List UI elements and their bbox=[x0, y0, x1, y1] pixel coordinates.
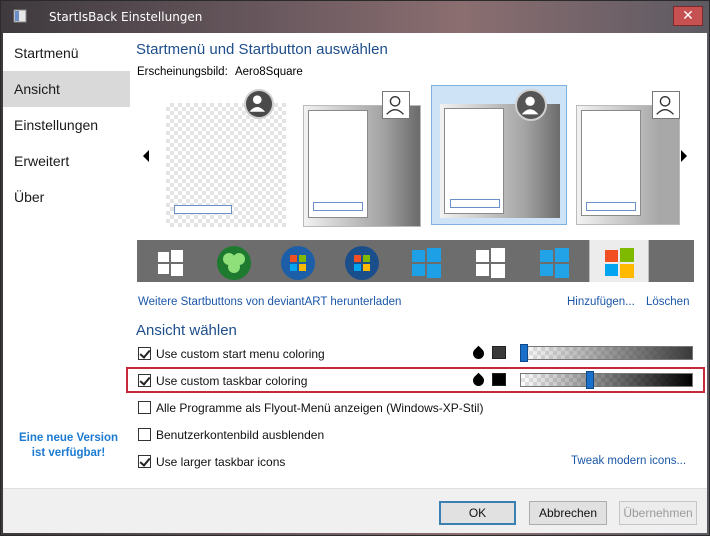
flyout-menu-label: Alle Programme als Flyout-Menü anzeigen … bbox=[156, 401, 484, 415]
client-area: Startmenü Ansicht Einstellungen Erweiter… bbox=[3, 33, 707, 533]
sidebar-item-erweitert[interactable]: Erweitert bbox=[3, 143, 130, 179]
sidebar-item-ueber[interactable]: Über bbox=[3, 179, 130, 215]
delete-button-link[interactable]: Löschen bbox=[646, 296, 689, 308]
user-avatar-icon bbox=[244, 89, 274, 119]
option-row-flyout-menu: Alle Programme als Flyout-Menü anzeigen … bbox=[138, 398, 698, 418]
start-menu-coloring-label: Use custom start menu coloring bbox=[156, 347, 325, 361]
update-notice-link[interactable]: Eine neue Version ist verfügbar! bbox=[11, 431, 126, 461]
start-menu-coloring-checkbox[interactable] bbox=[138, 347, 151, 360]
taskbar-coloring-checkbox[interactable] bbox=[138, 374, 151, 387]
settings-window: StartIsBack Einstellungen ✕ Startmenü An… bbox=[0, 0, 710, 536]
sidebar-item-startmenu[interactable]: Startmenü bbox=[3, 35, 130, 71]
flyout-menu-checkbox[interactable] bbox=[138, 401, 151, 414]
close-button[interactable]: ✕ bbox=[673, 6, 703, 26]
clover-orb-icon[interactable] bbox=[215, 244, 253, 282]
windows8-logo-white-icon[interactable] bbox=[471, 244, 509, 282]
appearance-value: Aero8Square bbox=[234, 66, 303, 78]
larger-taskbar-icons-label: Use larger taskbar icons bbox=[156, 455, 286, 469]
sidebar-item-einstellungen[interactable]: Einstellungen bbox=[3, 107, 130, 143]
app-icon bbox=[13, 9, 27, 23]
window-title: StartIsBack Einstellungen bbox=[49, 10, 203, 24]
sidebar: Startmenü Ansicht Einstellungen Erweiter… bbox=[3, 33, 130, 488]
hide-account-picture-label: Benutzerkontenbild ausblenden bbox=[156, 428, 325, 442]
windows-color-logo-icon[interactable] bbox=[600, 244, 638, 282]
slider-gradient bbox=[521, 347, 692, 359]
sidebar-item-ansicht[interactable]: Ansicht bbox=[3, 71, 130, 107]
searchbox-preview bbox=[174, 205, 232, 214]
taskbar-coloring-label: Use custom taskbar coloring bbox=[156, 374, 308, 388]
windows-vista-orb-icon[interactable] bbox=[343, 244, 381, 282]
user-avatar-icon bbox=[652, 91, 680, 119]
add-button-link[interactable]: Hinzufügen... bbox=[567, 296, 635, 308]
slider-gradient bbox=[521, 374, 692, 386]
windows-logo-white-icon[interactable] bbox=[151, 244, 189, 282]
larger-taskbar-icons-checkbox[interactable] bbox=[138, 455, 151, 468]
taskbar-color-swatch[interactable] bbox=[492, 373, 506, 386]
windows8-logo-blue-icon[interactable] bbox=[407, 244, 445, 282]
start-menu-color-swatch[interactable] bbox=[492, 346, 506, 359]
scroll-left-arrow-icon[interactable] bbox=[143, 150, 149, 162]
button-bar: OK Abbrechen Übernehmen bbox=[3, 488, 707, 533]
windows8-logo-flat-icon[interactable] bbox=[535, 244, 573, 282]
section-heading-startmenu: Startmenü und Startbutton auswählen bbox=[136, 41, 388, 58]
searchbox-preview bbox=[450, 199, 500, 208]
searchbox-preview bbox=[586, 202, 636, 211]
cancel-button[interactable]: Abbrechen bbox=[529, 501, 607, 525]
start-menu-slider-thumb[interactable] bbox=[520, 344, 528, 362]
deviantart-download-link[interactable]: Weitere Startbuttons von deviantART heru… bbox=[138, 296, 401, 308]
hide-account-picture-checkbox[interactable] bbox=[138, 428, 151, 441]
style-thumbnail-4[interactable] bbox=[576, 105, 680, 225]
windows7-orb-icon[interactable] bbox=[279, 244, 317, 282]
start-menu-color-slider[interactable] bbox=[520, 344, 693, 362]
start-button-strip bbox=[137, 240, 694, 282]
menu-preview bbox=[581, 110, 641, 216]
appearance-line: Erscheinungsbild: Aero8Square bbox=[137, 66, 303, 78]
ok-button[interactable]: OK bbox=[439, 501, 516, 525]
option-row-hide-account-picture: Benutzerkontenbild ausblenden bbox=[138, 425, 698, 445]
taskbar-slider-thumb[interactable] bbox=[586, 371, 594, 389]
tweak-modern-icons-link[interactable]: Tweak modern icons... bbox=[571, 455, 686, 467]
taskbar-color-slider[interactable] bbox=[520, 371, 693, 389]
style-thumbnail-1[interactable] bbox=[166, 103, 286, 227]
searchbox-preview bbox=[313, 202, 363, 211]
section-heading-ansicht: Ansicht wählen bbox=[136, 322, 237, 339]
style-thumbnail-2[interactable] bbox=[303, 105, 421, 227]
scroll-right-arrow-icon[interactable] bbox=[681, 150, 687, 162]
title-bar[interactable]: StartIsBack Einstellungen ✕ bbox=[1, 1, 709, 31]
apply-button[interactable]: Übernehmen bbox=[619, 501, 697, 525]
user-avatar-icon bbox=[515, 89, 547, 121]
user-avatar-icon bbox=[382, 91, 410, 119]
appearance-label: Erscheinungsbild: bbox=[137, 66, 228, 78]
